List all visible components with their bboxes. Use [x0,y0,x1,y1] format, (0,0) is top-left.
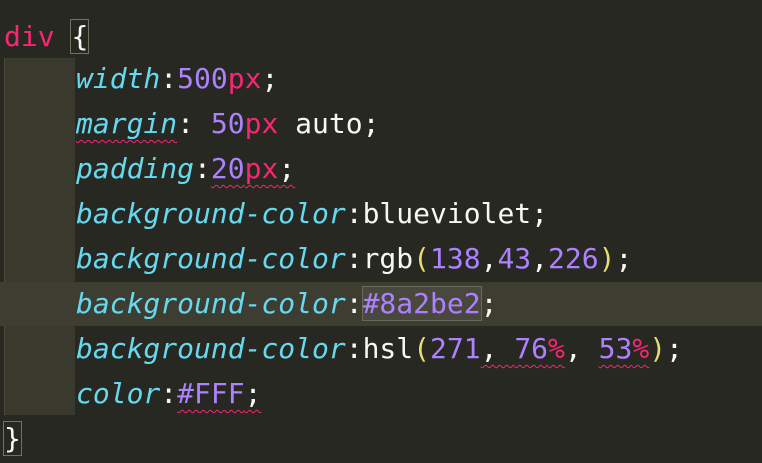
code-line-9[interactable]: color:#FFF; [76,371,261,416]
code-line-10[interactable]: } [3,416,22,461]
css-property: background-color [76,332,346,365]
css-selector: div [4,20,55,53]
css-property: width [76,62,161,95]
css-unit: px [244,152,279,185]
css-function: hsl [362,332,414,365]
css-number: 50 [210,107,245,140]
css-unit: px [227,62,262,95]
code-line-8[interactable]: background-color:hsl(271, 76%, 53%); [76,326,683,371]
css-function: rgb [362,242,414,275]
css-unit: % [548,332,565,365]
code-line-2[interactable]: width:500px; [76,56,278,101]
css-number: 271 [430,332,481,365]
code-line-1[interactable]: div { [4,14,90,59]
css-hex-color: #FFF [177,377,245,410]
css-property: margin [76,107,178,140]
css-property: background-color [76,197,346,230]
css-value: auto [278,107,363,140]
css-property: background-color [76,287,346,320]
indent-guide-area [4,58,75,415]
code-line-7[interactable]: background-color:#8a2be2; [76,281,497,326]
indent-guide [4,58,5,415]
css-property: padding [76,152,195,185]
close-brace: } [3,421,22,456]
css-hex-color: #8a2be2 [361,286,482,321]
css-number: 500 [177,62,228,95]
css-number: 43 [497,242,532,275]
css-value: blueviolet [362,197,532,230]
code-line-3[interactable]: margin: 50px auto; [76,101,379,146]
css-property: color [76,377,161,410]
open-brace: { [70,19,90,54]
code-editor[interactable]: div { width:500px; margin: 50px auto; pa… [0,0,762,463]
css-unit: px [244,107,279,140]
css-number: 226 [548,242,599,275]
css-number: 20 [210,152,245,185]
css-number: 53 [598,332,633,365]
css-number: 138 [430,242,481,275]
css-property: background-color [76,242,346,275]
code-line-6[interactable]: background-color:rgb(138,43,226); [76,236,632,281]
code-line-5[interactable]: background-color:blueviolet; [76,191,548,236]
code-line-4[interactable]: padding:20px; [76,146,295,191]
css-unit: % [632,332,650,365]
css-number: 76 [514,332,549,365]
